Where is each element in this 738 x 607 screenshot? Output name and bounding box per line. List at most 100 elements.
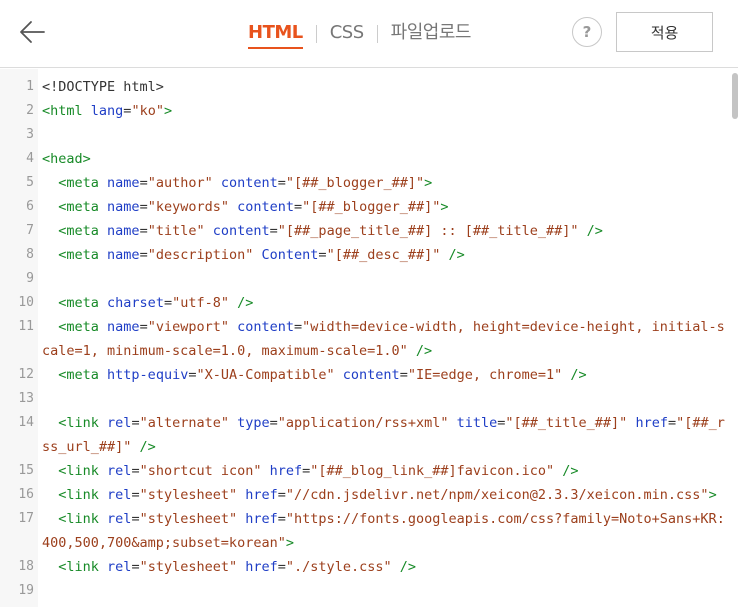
code-line[interactable]: 10 <meta charset="utf-8" />: [0, 291, 738, 315]
code-line[interactable]: 2 <html lang="ko">: [0, 99, 738, 123]
code-token: <meta: [58, 175, 99, 191]
code-token: =: [269, 223, 278, 239]
code-editor[interactable]: 1 <!DOCTYPE html> 2 <html lang="ko"> 3 4 <hea…: [0, 69, 738, 607]
code-line[interactable]: 13: [0, 387, 738, 411]
code-token: "author": [147, 175, 213, 191]
code-token: "stylesheet": [139, 511, 238, 527]
code-line-text: [42, 579, 732, 603]
tab-html[interactable]: HTML: [248, 19, 303, 49]
code-line[interactable]: 14 <link rel="alternate" type="applicati…: [0, 411, 738, 459]
code-line-text: [42, 267, 732, 291]
back-button[interactable]: [14, 14, 50, 50]
code-line-text: <meta charset="utf-8" />: [42, 291, 732, 315]
code-token: rel: [107, 463, 132, 479]
code-token: >: [708, 487, 717, 503]
code-area[interactable]: 1 <!DOCTYPE html> 2 <html lang="ko"> 3 4 <hea…: [0, 75, 738, 603]
code-token: <head>: [42, 151, 91, 167]
tab-file-upload[interactable]: 파일업로드: [391, 19, 472, 47]
code-token: <html: [42, 103, 83, 119]
code-line[interactable]: 3: [0, 123, 738, 147]
code-token: =: [277, 511, 286, 527]
code-line[interactable]: 5 <meta name="author" content="[##_blogg…: [0, 171, 738, 195]
code-line[interactable]: 12 <meta http-equiv = "X-UA-Compatible" co…: [0, 363, 738, 387]
code-line[interactable]: 6 <meta name="keywords" content="[##_blo…: [0, 195, 738, 219]
code-token: =: [277, 175, 286, 191]
line-number: 10: [18, 295, 34, 310]
code-line[interactable]: 4 <head>: [0, 147, 738, 171]
code-line-text: <link rel="stylesheet" href="./style.css…: [42, 555, 732, 579]
line-number: 13: [18, 391, 34, 406]
code-token: name: [107, 319, 140, 335]
code-token: "./style.css": [285, 559, 392, 575]
tab-divider: [376, 25, 378, 43]
code-token: <link: [58, 415, 99, 431]
code-token: "ko": [131, 103, 164, 119]
line-number: 7: [26, 223, 34, 238]
code-token: lang: [90, 103, 124, 119]
code-line-text: <link rel="alternate" type="application/…: [42, 411, 732, 459]
editor-tabs: HTML CSS 파일업로드: [248, 19, 471, 49]
code-token: "X-UA-Compatible": [196, 367, 335, 383]
code-token: name: [107, 223, 140, 239]
code-token: =: [667, 415, 677, 431]
code-token: href: [245, 559, 278, 575]
code-line[interactable]: 7 <meta name="title" content="[##_page_t…: [0, 219, 738, 243]
code-line-text: <meta name="viewport" content="width=dev…: [42, 315, 732, 363]
code-token: />: [139, 439, 156, 455]
code-token: "[##_blogger_##]": [285, 175, 425, 191]
code-token: <!DOCTYPE html>: [42, 79, 164, 95]
code-token: <meta: [58, 319, 99, 335]
code-line[interactable]: 9: [0, 267, 738, 291]
line-number: 3: [26, 127, 34, 142]
code-line-text: [42, 123, 732, 147]
apply-button[interactable]: 적용: [616, 12, 713, 52]
code-token: content: [212, 223, 270, 239]
code-line[interactable]: 1 <!DOCTYPE html>: [0, 75, 738, 99]
code-line[interactable]: 19: [0, 579, 738, 603]
code-line[interactable]: 8 <meta name="description" Content="[##_…: [0, 243, 738, 267]
code-token: rel: [107, 559, 132, 575]
code-token: <link: [58, 511, 99, 527]
code-token: "[##_blogger_##]": [302, 199, 441, 215]
line-number: 6: [26, 199, 34, 214]
code-token: "application/rss+xml": [277, 415, 449, 431]
help-button[interactable]: ?: [572, 17, 602, 47]
code-line[interactable]: 18 <link rel="stylesheet" href="./style.…: [0, 555, 738, 579]
code-token: "utf-8": [172, 295, 229, 311]
code-token: href: [269, 463, 303, 479]
code-line[interactable]: 16 <link rel="stylesheet" href="//cdn.js…: [0, 483, 738, 507]
code-line-text: <!DOCTYPE html>: [42, 75, 732, 99]
code-line[interactable]: 11 <meta name="viewport" content="width=…: [0, 315, 738, 363]
line-number: 11: [18, 319, 34, 334]
code-line[interactable]: 17 <link rel="stylesheet" href="https://…: [0, 507, 738, 555]
code-token: <meta: [58, 199, 99, 215]
code-token: =: [277, 559, 286, 575]
line-number: 8: [26, 247, 34, 262]
code-line[interactable]: 15 <link rel="shortcut icon" href="[##_b…: [0, 459, 738, 483]
code-token: "stylesheet": [139, 559, 238, 575]
code-line-text: <meta name="author" content="[##_blogger…: [42, 171, 732, 195]
line-number: 5: [26, 175, 34, 190]
code-line-text: <html lang="ko">: [42, 99, 732, 123]
vertical-scrollbar[interactable]: [732, 73, 738, 119]
line-number: 2: [26, 103, 34, 118]
tab-css[interactable]: CSS: [330, 19, 364, 47]
code-token: Content: [261, 247, 319, 263]
code-token: >: [440, 199, 449, 215]
code-line-text: <link rel="stylesheet" href="https://fon…: [42, 507, 732, 555]
code-token: =: [294, 319, 303, 335]
code-token: <link: [58, 463, 99, 479]
